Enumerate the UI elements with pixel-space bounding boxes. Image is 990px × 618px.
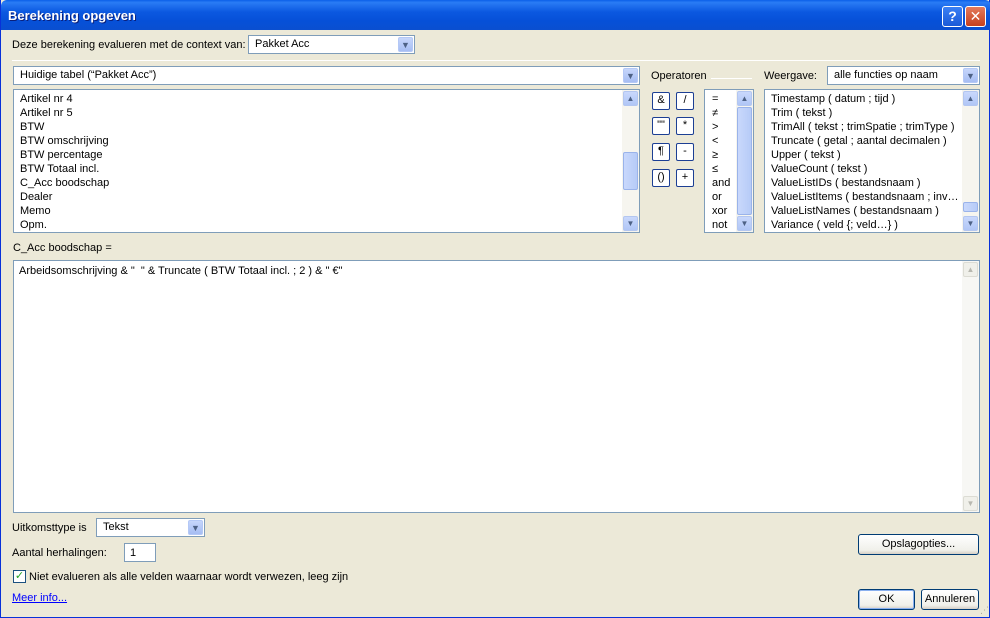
chevron-down-icon[interactable]: ▼ [963, 68, 978, 83]
operator-ampersand-button[interactable]: & [652, 92, 670, 110]
scroll-thumb[interactable] [623, 152, 638, 190]
repetitions-value: 1 [130, 547, 137, 559]
list-item[interactable]: Opm. [20, 218, 47, 232]
list-item[interactable]: Dealer [20, 190, 52, 204]
view-select-value: alle functies op naam [834, 69, 938, 81]
list-item[interactable]: and [712, 176, 730, 190]
comparison-operators-list[interactable]: = ≠ > < ≥ ≤ and or xor not ▲ ▼ [704, 89, 754, 233]
list-item[interactable]: Artikel nr 5 [20, 106, 73, 120]
list-item[interactable]: Truncate ( getal ; aantal decimalen ) [771, 134, 947, 148]
repetitions-input[interactable]: 1 [124, 543, 156, 562]
list-item[interactable]: ≤ [712, 162, 718, 176]
scroll-down-icon[interactable]: ▼ [963, 496, 978, 511]
operator-minus-button[interactable]: - [676, 143, 694, 161]
chevron-down-icon[interactable]: ▼ [398, 37, 413, 52]
list-item[interactable]: ValueListIDs ( bestandsnaam ) [771, 176, 921, 190]
calculation-dialog: Berekening opgeven ? ✕ Deze berekening e… [0, 0, 990, 618]
formula-scrollbar[interactable]: ▲ ▼ [962, 261, 979, 512]
result-type-select[interactable]: Tekst ▼ [96, 518, 205, 537]
list-item[interactable]: C_Acc boodschap [20, 176, 109, 190]
separator [711, 78, 752, 79]
list-item[interactable]: Artikel nr 4 [20, 92, 73, 106]
list-item[interactable]: ValueListNames ( bestandsnaam ) [771, 204, 939, 218]
list-item[interactable]: Timestamp ( datum ; tijd ) [771, 92, 895, 106]
list-item[interactable]: BTW omschrijving [20, 134, 109, 148]
result-type-value: Tekst [103, 521, 129, 533]
list-item[interactable]: = [712, 92, 718, 106]
context-select-value: Pakket Acc [255, 38, 310, 50]
help-button[interactable]: ? [942, 6, 963, 27]
chevron-down-icon[interactable]: ▼ [188, 520, 203, 535]
context-label: Deze berekening evalueren met de context… [12, 39, 246, 51]
table-select[interactable]: Huidige tabel (“Pakket Acc”) ▼ [13, 66, 640, 85]
list-item[interactable]: xor [712, 204, 727, 218]
list-item[interactable]: > [712, 120, 718, 134]
fields-scrollbar[interactable]: ▲ ▼ [622, 90, 639, 232]
table-select-value: Huidige tabel (“Pakket Acc”) [20, 69, 157, 81]
ok-button[interactable]: OK [858, 589, 915, 610]
list-item[interactable]: Trim ( tekst ) [771, 106, 832, 120]
formula-text[interactable]: Arbeidsomschrijving & " " & Truncate ( B… [19, 265, 343, 277]
dialog-title: Berekening opgeven [8, 8, 136, 23]
resize-grip-icon[interactable]: ⋰ [977, 605, 989, 617]
cancel-button[interactable]: Annuleren [921, 589, 979, 610]
no-evaluate-label[interactable]: Niet evalueren als alle velden waarnaar … [29, 571, 348, 583]
formula-editor[interactable]: Arbeidsomschrijving & " " & Truncate ( B… [13, 260, 980, 513]
list-item[interactable]: ValueCount ( tekst ) [771, 162, 867, 176]
operator-divide-button[interactable]: / [676, 92, 694, 110]
functions-list[interactable]: Timestamp ( datum ; tijd ) Trim ( tekst … [764, 89, 980, 233]
list-item[interactable]: TrimAll ( tekst ; trimSpatie ; trimType … [771, 120, 955, 134]
scroll-down-icon[interactable]: ▼ [737, 216, 752, 231]
list-item[interactable]: Memo [20, 204, 51, 218]
scroll-up-icon[interactable]: ▲ [963, 91, 978, 106]
list-item[interactable]: or [712, 190, 722, 204]
more-info-link[interactable]: Meer info... [12, 592, 67, 604]
operator-quotes-button[interactable]: "" [652, 117, 670, 135]
scroll-up-icon[interactable]: ▲ [623, 91, 638, 106]
list-item[interactable]: BTW Totaal incl. [20, 162, 99, 176]
scroll-thumb[interactable] [737, 107, 752, 215]
repetitions-label: Aantal herhalingen: [12, 547, 107, 559]
list-item[interactable]: < [712, 134, 718, 148]
operator-multiply-button[interactable]: * [676, 117, 694, 135]
result-type-label: Uitkomsttype is [12, 522, 87, 534]
operator-parentheses-button[interactable]: () [652, 169, 670, 187]
no-evaluate-checkbox[interactable]: ✓ [13, 570, 26, 583]
list-item[interactable]: ≥ [712, 148, 718, 162]
list-item[interactable]: not [712, 218, 727, 232]
scroll-down-icon[interactable]: ▼ [623, 216, 638, 231]
list-item[interactable]: ValueListItems ( bestandsnaam ; inv… [771, 190, 959, 204]
scroll-down-icon[interactable]: ▼ [963, 216, 978, 231]
scroll-up-icon[interactable]: ▲ [963, 262, 978, 277]
chevron-down-icon[interactable]: ▼ [623, 68, 638, 83]
list-item[interactable]: BTW [20, 120, 44, 134]
title-bar[interactable]: Berekening opgeven ? ✕ [1, 0, 990, 30]
list-item[interactable]: Variance ( veld {; veld…} ) [771, 218, 898, 232]
list-item[interactable]: Upper ( tekst ) [771, 148, 841, 162]
operators-label: Operatoren [651, 70, 707, 82]
operators-scrollbar[interactable]: ▲ ▼ [736, 90, 753, 232]
target-field-label: C_Acc boodschap = [13, 242, 112, 254]
scroll-thumb[interactable] [963, 202, 978, 212]
close-button[interactable]: ✕ [965, 6, 986, 27]
separator [12, 60, 980, 61]
scroll-up-icon[interactable]: ▲ [737, 91, 752, 106]
context-select[interactable]: Pakket Acc ▼ [248, 35, 415, 54]
operator-pilcrow-button[interactable]: ¶ [652, 143, 670, 161]
storage-options-button[interactable]: Opslagopties... [858, 534, 979, 555]
list-item[interactable]: BTW percentage [20, 148, 103, 162]
list-item[interactable]: ≠ [712, 106, 718, 120]
view-label: Weergave: [764, 70, 817, 82]
view-select[interactable]: alle functies op naam ▼ [827, 66, 980, 85]
operator-plus-button[interactable]: + [676, 169, 694, 187]
functions-scrollbar[interactable]: ▲ ▼ [962, 90, 979, 232]
fields-list[interactable]: Artikel nr 4 Artikel nr 5 BTW BTW omschr… [13, 89, 640, 233]
